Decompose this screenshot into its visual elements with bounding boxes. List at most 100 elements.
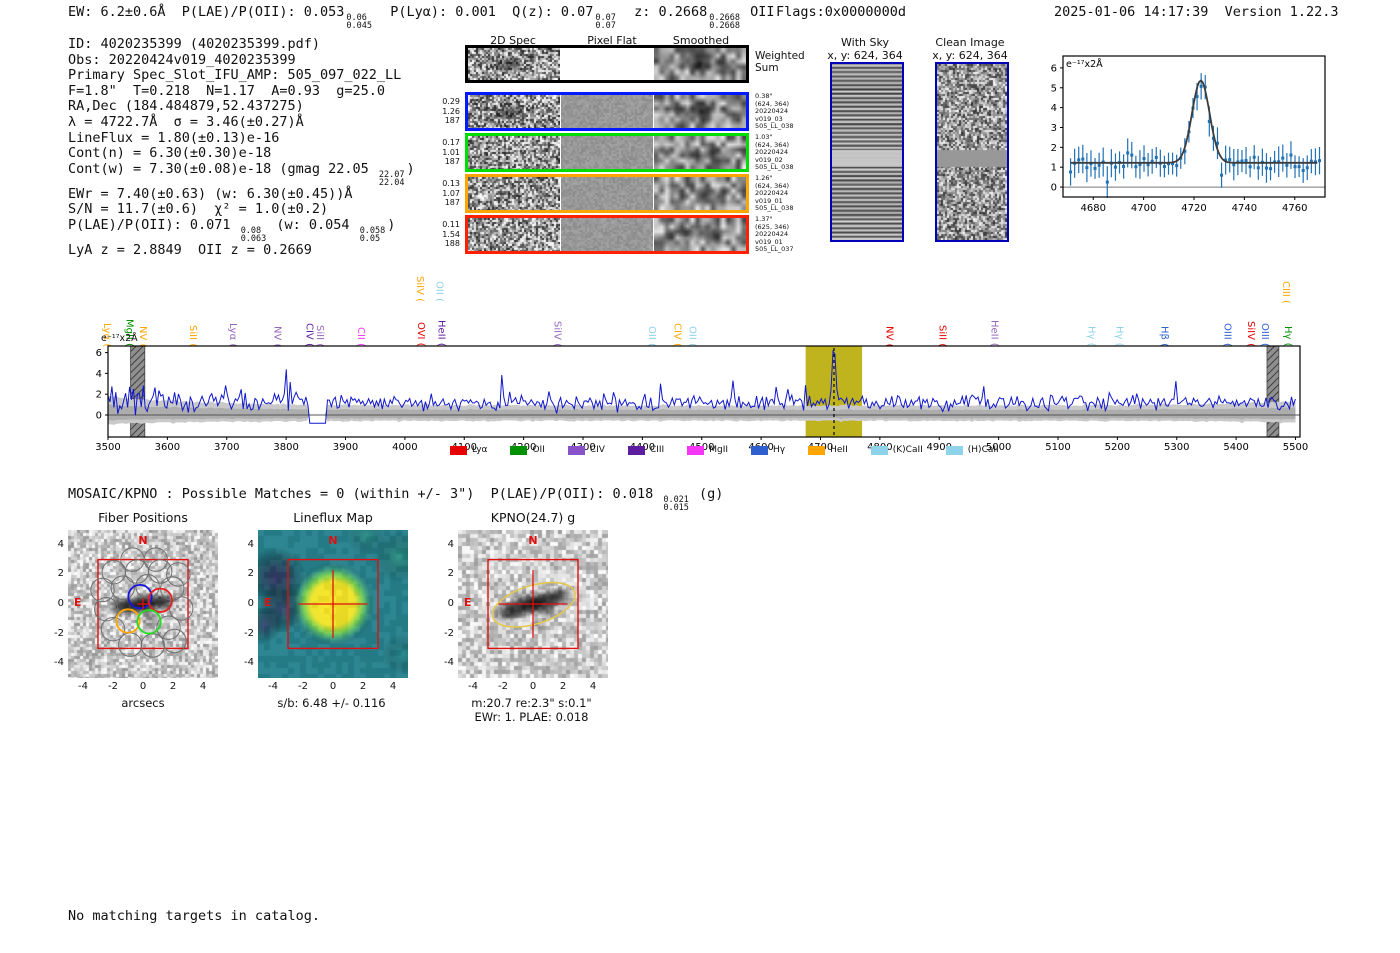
pixel-flat-image — [561, 218, 653, 251]
svg-text:4740: 4740 — [1232, 203, 1257, 214]
clean-image-coords: x, y: 624, 364 — [932, 49, 1008, 62]
compass-east-label: E — [264, 596, 272, 609]
legend-color-patch — [687, 445, 705, 455]
spec2d-image — [468, 48, 560, 80]
svg-text:3500: 3500 — [95, 442, 120, 450]
smoothed-image — [654, 136, 746, 169]
compass-north-label: N — [328, 534, 338, 547]
svg-text:2: 2 — [1051, 143, 1057, 154]
svg-text:5500: 5500 — [1283, 442, 1308, 450]
svg-text:5100: 5100 — [1045, 442, 1070, 450]
line-fit-plot: 4680 4700 4720 4740 4760 0 1 2 3 4 5 6 e⁻¹⁷x2Å — [1035, 46, 1335, 225]
legend-item: CIII — [627, 445, 664, 455]
axis-tick-label: -2 — [108, 681, 118, 692]
info-line: LyA z = 2.8849 OII z = 0.2669 — [68, 241, 312, 258]
svg-text:5200: 5200 — [1105, 442, 1130, 450]
mosaic-match-line: MOSAIC/KPNO : Possible Matches = 0 (with… — [68, 486, 724, 513]
svg-text:0: 0 — [96, 411, 102, 422]
axis-tick-label: 4 — [389, 681, 397, 692]
legend-item: MgII — [687, 445, 728, 455]
spec2d-panel: 2D Spec Pixel Flat Smoothed Weighted Sum 0… — [430, 34, 830, 264]
legend-item: HeII — [808, 445, 848, 455]
svg-text:4: 4 — [96, 369, 102, 380]
kpno-caption-ew-plae: EWr: 1. PLAE: 0.018 — [474, 710, 589, 724]
svg-text:3600: 3600 — [155, 442, 180, 450]
axis-tick-label: 2 — [447, 568, 454, 580]
clean-image — [935, 62, 1009, 242]
info-line: EWr = 7.40(±0.63) (w: 6.30(±0.45))Å — [68, 185, 353, 202]
axis-tick-label: -2 — [54, 627, 64, 639]
svg-text:5300: 5300 — [1164, 442, 1189, 450]
axis-tick-label: -2 — [444, 627, 454, 639]
svg-text:4720: 4720 — [1181, 203, 1206, 214]
spec2d-image — [468, 218, 560, 251]
axis-tick-label: -4 — [268, 681, 278, 692]
spec2d-row-left-stats: 0.11 1.54 188 — [442, 220, 460, 248]
axis-tick-label: 0 — [329, 681, 337, 692]
spectrum-legend: Lyα OII CIV CIII MgII Hγ HeII (K)CaII (H)CaII — [450, 445, 1022, 455]
axis-tick-label: 0 — [529, 681, 537, 692]
axis-tick-label: -2 — [244, 627, 254, 639]
spec2d-row-left-stats: 0.17 1.01 187 — [442, 138, 460, 166]
spectral-line-label: SiIV ( — [413, 276, 425, 302]
fiber-xlabel: arcsecs — [121, 696, 165, 710]
lineflux-map-title: Lineflux Map — [293, 510, 373, 525]
axis-tick-label: 0 — [57, 598, 64, 609]
spec2d-image — [468, 95, 560, 128]
legend-item: OII — [510, 445, 545, 455]
axis-tick-label: -2 — [298, 681, 308, 692]
spec2d-row — [465, 133, 749, 172]
legend-item: (K)CaII — [870, 445, 923, 455]
info-line: F=1.8" T=0.218 N=1.17 A=0.93 g=25.0 — [68, 82, 385, 99]
with-sky-coords: x, y: 624, 364 — [827, 49, 903, 62]
info-line: S/N = 11.7(±0.6) χ² = 1.0(±0.2) — [68, 201, 329, 218]
axis-tick-label: 0 — [447, 598, 454, 609]
spec2d-image — [468, 136, 560, 169]
svg-text:4000: 4000 — [392, 442, 417, 450]
legend-item: CIV — [567, 445, 605, 455]
legend-color-patch — [945, 445, 963, 455]
info-line: ID: 4020235399 (4020235399.pdf) — [68, 36, 320, 52]
legend-item: (H)CaII — [945, 445, 999, 455]
legend-color-patch — [870, 445, 888, 455]
info-line: P(LAE)/P(OII): 0.071 0.08 0.063 (w: 0.054… — [68, 216, 396, 244]
smoothed-image — [654, 48, 746, 80]
compass-north-label: N — [138, 534, 148, 547]
axis-tick-label: 4 — [447, 538, 454, 550]
svg-text:3700: 3700 — [214, 442, 239, 450]
spectral-line-label: CIII ( — [1280, 281, 1292, 304]
axis-tick-label: 2 — [359, 681, 367, 692]
with-sky-image — [830, 62, 904, 242]
legend-color-patch — [808, 445, 826, 455]
weighted-sum-label: Weighted Sum — [755, 50, 805, 74]
footer-note: No matching targets in catalog. Row inte… — [68, 876, 320, 953]
info-line: Primary Spec_Slot_IFU_AMP: 505_097_022_L… — [68, 67, 402, 84]
axis-tick-label: 2 — [57, 568, 64, 580]
info-line: λ = 4722.7Å σ = 3.46(±0.27)Å — [68, 113, 304, 130]
smoothed-image — [654, 218, 746, 251]
pixel-flat-image — [561, 95, 653, 128]
svg-text:6: 6 — [1051, 63, 1057, 74]
detection-info-block: ID: 4020235399 (4020235399.pdf) Obs: 2022… — [68, 36, 415, 259]
axis-tick-label: 2 — [559, 681, 567, 692]
spec2d-row-right-meta: 1.26" (624, 364) 20220424 v019_01 505_LL_038 — [755, 174, 794, 213]
header-summary: EW: 6.2±0.6Å P(LAE)/P(OII): 0.053 0.06 0.0… — [68, 4, 775, 31]
smoothed-image — [654, 95, 746, 128]
kpno-title: KPNO(24.7) g — [490, 510, 576, 525]
fiber-positions-title: Fiber Positions — [98, 510, 188, 525]
spec2d-row-left-stats: 0.29 1.26 187 — [442, 97, 460, 125]
info-line: Obs: 20220424v019_4020235399 — [68, 51, 296, 68]
svg-text:4: 4 — [1051, 103, 1057, 114]
clean-image-title: Clean Image x, y: 624, 364 — [925, 36, 1015, 62]
kpno-cutout: KPNO(24.7) g m:20.7 re:2.3" s:0.1" EWr: … — [434, 510, 629, 740]
legend-item: Hγ — [751, 445, 785, 455]
smoothed-image — [654, 177, 746, 210]
pixel-flat-image — [561, 48, 653, 80]
spec2d-row — [465, 92, 749, 131]
pixel-flat-image — [561, 177, 653, 210]
svg-text:5: 5 — [1051, 83, 1057, 94]
axis-tick-label: 4 — [589, 681, 597, 692]
compass-east-label: E — [74, 596, 82, 609]
main-spectrum-plot: 3500360037003800390040004100420043004400… — [80, 338, 1315, 454]
svg-text:4700: 4700 — [1131, 203, 1156, 214]
